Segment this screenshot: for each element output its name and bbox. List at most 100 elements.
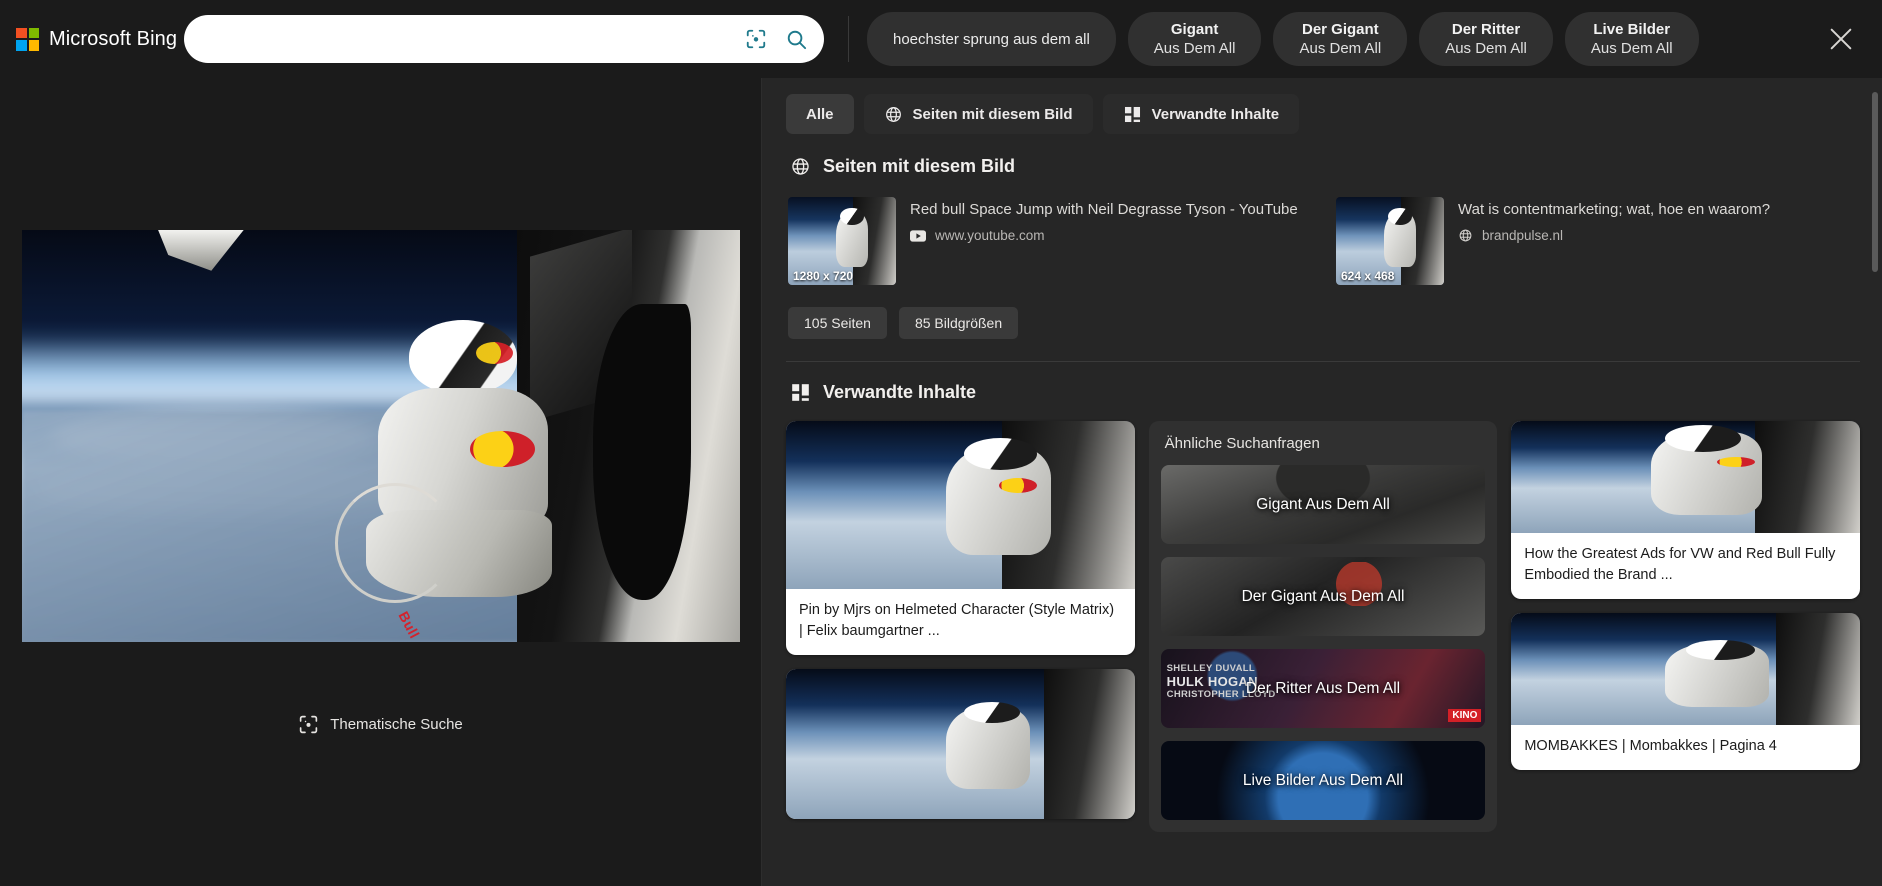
chip-label-primary: Der Gigant xyxy=(1301,21,1379,38)
card-helmet xyxy=(963,437,1038,470)
close-icon[interactable] xyxy=(1818,16,1864,62)
card-capsule xyxy=(1776,613,1861,725)
microsoft-logo-icon xyxy=(16,27,39,51)
section-divider xyxy=(786,361,1860,362)
pages-result-list: 1280 x 720 Red bull Space Jump with Neil… xyxy=(786,195,1860,287)
related-card-caption: MOMBAKKES | Mombakkes | Pagina 4 xyxy=(1524,738,1777,754)
result-title[interactable]: Red bull Space Jump with Neil Degrasse T… xyxy=(910,199,1310,220)
suggestion-chip-list: hoechster sprung aus dem all Gigant Aus … xyxy=(867,12,1806,66)
tab-alle[interactable]: Alle xyxy=(786,94,854,134)
tab-label: Alle xyxy=(806,105,834,123)
similar-search-label: Der Gigant Aus Dem All xyxy=(1241,587,1405,605)
chip-label-secondary: Aus Dem All xyxy=(1153,40,1236,57)
chip-label-primary: Live Bilder xyxy=(1593,21,1671,38)
red-bull-logo-icon xyxy=(476,342,513,365)
masonry-column-middle: Ähnliche Suchanfragen Gigant Aus Dem All… xyxy=(1148,421,1498,832)
astronaut-figure xyxy=(335,320,560,603)
card-capsule xyxy=(1044,669,1135,819)
related-card[interactable]: MOMBAKKES | Mombakkes | Pagina 4 xyxy=(1511,613,1861,770)
pages-section-header: Seiten mit diesem Bild xyxy=(790,156,1860,177)
card-helmet xyxy=(1685,639,1756,661)
camera-visual-search-icon[interactable] xyxy=(736,19,776,59)
globe-icon xyxy=(792,158,809,175)
thumb-helmet xyxy=(839,207,864,226)
related-card-image xyxy=(1511,421,1861,533)
result-thumbnail[interactable]: 1280 x 720 xyxy=(788,197,896,285)
capsule-railing xyxy=(335,483,456,603)
image-dimensions-badge: 1280 x 720 xyxy=(793,269,854,283)
result-source[interactable]: www.youtube.com xyxy=(910,228,1310,243)
card-helmet xyxy=(963,702,1020,723)
globe-icon xyxy=(885,106,901,122)
masonry-column-right: How the Greatest Ads for VW and Red Bull… xyxy=(1511,421,1861,832)
image-dimensions-badge: 624 x 468 xyxy=(1341,269,1395,283)
chip-label-primary: Gigant xyxy=(1170,21,1219,38)
suggestion-chip-0[interactable]: hoechster sprung aus dem all xyxy=(867,12,1116,66)
result-info: Red bull Space Jump with Neil Degrasse T… xyxy=(910,197,1310,285)
page-result-item[interactable]: 1280 x 720 Red bull Space Jump with Neil… xyxy=(786,195,1312,287)
similar-search-tile-0[interactable]: Gigant Aus Dem All xyxy=(1160,465,1486,544)
similar-search-tile-3[interactable]: Live Bilder Aus Dem All xyxy=(1160,741,1486,820)
search-box[interactable] xyxy=(184,15,824,63)
related-card[interactable]: How the Greatest Ads for VW and Red Bull… xyxy=(1511,421,1861,599)
chip-label-primary: Der Ritter xyxy=(1451,21,1521,38)
pages-filter-pills: 105 Seiten 85 Bildgrößen xyxy=(788,307,1860,339)
result-site-name: www.youtube.com xyxy=(935,228,1045,243)
search-icon[interactable] xyxy=(776,19,816,59)
suggestion-chip-4[interactable]: Live Bilder Aus Dem All xyxy=(1564,12,1699,66)
suggestion-chip-2[interactable]: Der Gigant Aus Dem All xyxy=(1273,12,1408,66)
main-image[interactable]: Bull xyxy=(21,229,740,642)
thematic-search-label: Thematische Suche xyxy=(330,715,463,733)
related-section-title: Verwandte Inhalte xyxy=(823,382,977,402)
tab-bar: Alle Seiten mit diesem Bild Verwandte In… xyxy=(786,94,1860,134)
similar-searches-title: Ähnliche Suchanfragen xyxy=(1164,435,1320,452)
chip-label-secondary: Aus Dem All xyxy=(1590,40,1673,57)
similar-search-label: Gigant Aus Dem All xyxy=(1256,495,1390,513)
chip-label-secondary: Aus Dem All xyxy=(1299,40,1382,57)
tab-verwandte-inhalte[interactable]: Verwandte Inhalte xyxy=(1102,94,1300,134)
similar-search-tile-2[interactable]: SHELLEY DUVALL HULK HOGAN CHRISTOPHER LL… xyxy=(1160,649,1486,728)
red-bull-logo-icon xyxy=(1717,456,1756,467)
suggestion-chip-1[interactable]: Gigant Aus Dem All xyxy=(1127,12,1262,66)
brand-name: Microsoft Bing xyxy=(49,27,178,50)
related-card[interactable]: Pin by Mjrs on Helmeted Character (Style… xyxy=(786,421,1135,655)
pill-image-sizes-count[interactable]: 85 Bildgrößen xyxy=(898,307,1019,339)
thematic-search-button[interactable]: Thematische Suche xyxy=(286,706,475,743)
result-info: Wat is contentmarketing; wat, hoe en waa… xyxy=(1458,197,1858,285)
related-card-caption: Pin by Mjrs on Helmeted Character (Style… xyxy=(799,602,1115,639)
content-body: Bull Thematische Suche Alle Seiten mit d… xyxy=(0,78,1882,886)
page-result-item[interactable]: 624 x 468 Wat is contentmarketing; wat, … xyxy=(1334,195,1860,287)
top-bar: Microsoft Bing hoechster sprung aus dem … xyxy=(0,0,1882,78)
similar-search-label: Live Bilder Aus Dem All xyxy=(1242,771,1404,789)
related-section-header: Verwandte Inhalte xyxy=(790,382,1860,403)
related-card[interactable] xyxy=(786,669,1135,819)
chip-label: hoechster sprung aus dem all xyxy=(893,30,1090,48)
thumb-helmet xyxy=(1387,207,1412,226)
tab-label: Seiten mit diesem Bild xyxy=(912,105,1073,123)
astronaut-helmet xyxy=(408,320,518,394)
capsule-wing xyxy=(157,229,245,271)
similar-searches-box: Ähnliche Suchanfragen Gigant Aus Dem All… xyxy=(1148,421,1498,832)
bing-brand-logo[interactable]: Microsoft Bing xyxy=(16,27,184,51)
bing-visual-search-page: Microsoft Bing hoechster sprung aus dem … xyxy=(0,0,1882,886)
similar-search-tile-1[interactable]: Der Gigant Aus Dem All xyxy=(1160,557,1486,636)
result-source[interactable]: brandpulse.nl xyxy=(1458,228,1858,243)
grid-tiles-icon xyxy=(1124,106,1140,122)
chip-label-secondary: Aus Dem All xyxy=(1445,40,1527,57)
result-title[interactable]: Wat is contentmarketing; wat, hoe en waa… xyxy=(1458,199,1858,220)
result-thumbnail[interactable]: 624 x 468 xyxy=(1336,197,1444,285)
red-bull-logo-icon xyxy=(469,430,535,468)
tab-seiten-mit-diesem-bild[interactable]: Seiten mit diesem Bild xyxy=(863,94,1093,134)
suggestion-chip-3[interactable]: Der Ritter Aus Dem All xyxy=(1419,12,1553,66)
related-card-image xyxy=(786,421,1135,589)
related-card-image xyxy=(786,669,1135,819)
related-card-image xyxy=(1511,613,1861,725)
main-image-stage[interactable]: Bull xyxy=(21,229,740,642)
masonry-column-left: Pin by Mjrs on Helmeted Character (Style… xyxy=(786,421,1135,832)
results-scrollbar[interactable] xyxy=(1872,92,1878,272)
globe-icon xyxy=(1459,229,1472,242)
pill-pages-count[interactable]: 105 Seiten xyxy=(788,307,887,339)
image-preview-pane: Bull Thematische Suche xyxy=(0,78,762,886)
search-input[interactable] xyxy=(206,30,736,48)
kino-badge: KINO xyxy=(1448,709,1482,722)
